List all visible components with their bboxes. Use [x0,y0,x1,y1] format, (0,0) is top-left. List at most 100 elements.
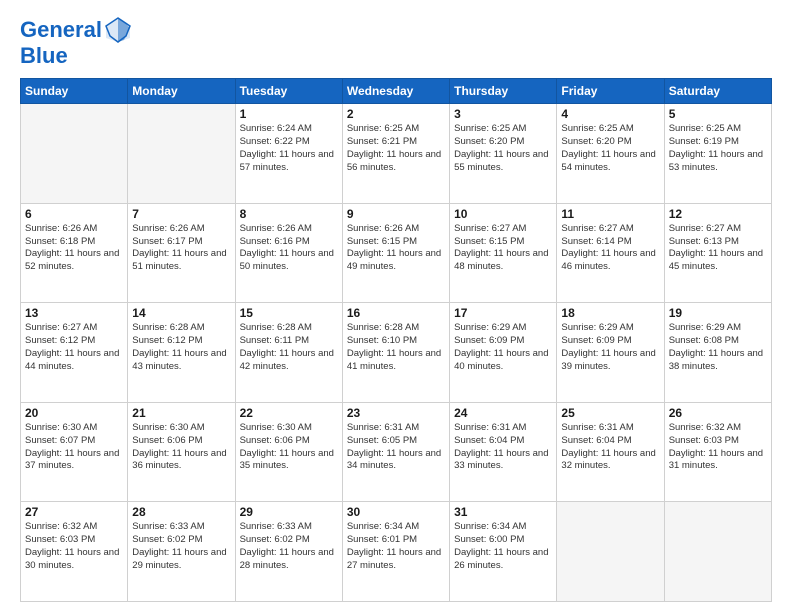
sunrise-label: Sunrise: 6:34 AM [454,521,526,532]
day-number: 11 [561,207,659,221]
day-info: Sunrise: 6:30 AM Sunset: 6:07 PM Dayligh… [25,422,123,473]
sunset-label: Sunset: 6:03 PM [669,435,739,446]
sunrise-label: Sunrise: 6:26 AM [25,223,97,234]
sunrise-label: Sunrise: 6:34 AM [347,521,419,532]
day-info: Sunrise: 6:29 AM Sunset: 6:08 PM Dayligh… [669,322,767,373]
calendar-cell: 28 Sunrise: 6:33 AM Sunset: 6:02 PM Dayl… [128,502,235,602]
calendar-cell: 7 Sunrise: 6:26 AM Sunset: 6:17 PM Dayli… [128,203,235,303]
sunset-label: Sunset: 6:16 PM [240,236,310,247]
daylight-label: Daylight: 11 hours and 54 minutes. [561,149,655,173]
sunrise-label: Sunrise: 6:32 AM [25,521,97,532]
calendar-cell: 30 Sunrise: 6:34 AM Sunset: 6:01 PM Dayl… [342,502,449,602]
calendar-cell: 6 Sunrise: 6:26 AM Sunset: 6:18 PM Dayli… [21,203,128,303]
sunrise-label: Sunrise: 6:26 AM [240,223,312,234]
day-number: 16 [347,306,445,320]
sunrise-label: Sunrise: 6:28 AM [347,322,419,333]
day-number: 19 [669,306,767,320]
day-number: 10 [454,207,552,221]
sunrise-label: Sunrise: 6:30 AM [132,422,204,433]
day-number: 4 [561,107,659,121]
page: General Blue SundayMondayTuesdayWedne [0,0,792,612]
day-number: 23 [347,406,445,420]
sunrise-label: Sunrise: 6:28 AM [132,322,204,333]
sunrise-label: Sunrise: 6:29 AM [669,322,741,333]
calendar-cell: 24 Sunrise: 6:31 AM Sunset: 6:04 PM Dayl… [450,402,557,502]
sunrise-label: Sunrise: 6:27 AM [25,322,97,333]
day-number: 28 [132,505,230,519]
day-info: Sunrise: 6:28 AM Sunset: 6:10 PM Dayligh… [347,322,445,373]
sunrise-label: Sunrise: 6:29 AM [561,322,633,333]
sunset-label: Sunset: 6:06 PM [132,435,202,446]
sunset-label: Sunset: 6:19 PM [669,136,739,147]
calendar-cell [664,502,771,602]
logo-text: General [20,18,102,42]
daylight-label: Daylight: 11 hours and 31 minutes. [669,448,763,472]
sunrise-label: Sunrise: 6:31 AM [347,422,419,433]
calendar-cell: 29 Sunrise: 6:33 AM Sunset: 6:02 PM Dayl… [235,502,342,602]
daylight-label: Daylight: 11 hours and 35 minutes. [240,448,334,472]
daylight-label: Daylight: 11 hours and 48 minutes. [454,248,548,272]
sunset-label: Sunset: 6:01 PM [347,534,417,545]
sunset-label: Sunset: 6:15 PM [454,236,524,247]
day-info: Sunrise: 6:27 AM Sunset: 6:12 PM Dayligh… [25,322,123,373]
day-number: 25 [561,406,659,420]
day-number: 8 [240,207,338,221]
sunrise-label: Sunrise: 6:25 AM [669,123,741,134]
sunset-label: Sunset: 6:09 PM [454,335,524,346]
calendar-cell: 15 Sunrise: 6:28 AM Sunset: 6:11 PM Dayl… [235,303,342,403]
sunrise-label: Sunrise: 6:24 AM [240,123,312,134]
sunset-label: Sunset: 6:14 PM [561,236,631,247]
calendar-cell [128,104,235,204]
day-info: Sunrise: 6:25 AM Sunset: 6:21 PM Dayligh… [347,123,445,174]
sunrise-label: Sunrise: 6:25 AM [561,123,633,134]
calendar-cell: 25 Sunrise: 6:31 AM Sunset: 6:04 PM Dayl… [557,402,664,502]
calendar-body: 1 Sunrise: 6:24 AM Sunset: 6:22 PM Dayli… [21,104,772,602]
day-info: Sunrise: 6:31 AM Sunset: 6:05 PM Dayligh… [347,422,445,473]
sunset-label: Sunset: 6:15 PM [347,236,417,247]
day-number: 27 [25,505,123,519]
day-info: Sunrise: 6:31 AM Sunset: 6:04 PM Dayligh… [561,422,659,473]
day-info: Sunrise: 6:27 AM Sunset: 6:15 PM Dayligh… [454,223,552,274]
calendar-cell: 18 Sunrise: 6:29 AM Sunset: 6:09 PM Dayl… [557,303,664,403]
day-info: Sunrise: 6:33 AM Sunset: 6:02 PM Dayligh… [132,521,230,572]
daylight-label: Daylight: 11 hours and 26 minutes. [454,547,548,571]
day-info: Sunrise: 6:34 AM Sunset: 6:00 PM Dayligh… [454,521,552,572]
sunset-label: Sunset: 6:12 PM [132,335,202,346]
day-info: Sunrise: 6:24 AM Sunset: 6:22 PM Dayligh… [240,123,338,174]
dow-header-wednesday: Wednesday [342,79,449,104]
sunrise-label: Sunrise: 6:28 AM [240,322,312,333]
calendar-cell: 17 Sunrise: 6:29 AM Sunset: 6:09 PM Dayl… [450,303,557,403]
sunset-label: Sunset: 6:09 PM [561,335,631,346]
calendar-cell: 2 Sunrise: 6:25 AM Sunset: 6:21 PM Dayli… [342,104,449,204]
dow-header-tuesday: Tuesday [235,79,342,104]
day-info: Sunrise: 6:29 AM Sunset: 6:09 PM Dayligh… [454,322,552,373]
daylight-label: Daylight: 11 hours and 38 minutes. [669,348,763,372]
sunset-label: Sunset: 6:07 PM [25,435,95,446]
day-info: Sunrise: 6:26 AM Sunset: 6:15 PM Dayligh… [347,223,445,274]
day-number: 30 [347,505,445,519]
dow-header-sunday: Sunday [21,79,128,104]
day-number: 20 [25,406,123,420]
week-row-2: 13 Sunrise: 6:27 AM Sunset: 6:12 PM Dayl… [21,303,772,403]
header: General Blue [20,16,772,68]
day-info: Sunrise: 6:33 AM Sunset: 6:02 PM Dayligh… [240,521,338,572]
sunrise-label: Sunrise: 6:26 AM [132,223,204,234]
calendar-table: SundayMondayTuesdayWednesdayThursdayFrid… [20,78,772,602]
daylight-label: Daylight: 11 hours and 27 minutes. [347,547,441,571]
sunrise-label: Sunrise: 6:25 AM [347,123,419,134]
sunset-label: Sunset: 6:22 PM [240,136,310,147]
day-number: 2 [347,107,445,121]
sunset-label: Sunset: 6:04 PM [454,435,524,446]
daylight-label: Daylight: 11 hours and 33 minutes. [454,448,548,472]
calendar-cell: 9 Sunrise: 6:26 AM Sunset: 6:15 PM Dayli… [342,203,449,303]
day-number: 18 [561,306,659,320]
logo-general: General [20,17,102,42]
sunrise-label: Sunrise: 6:30 AM [25,422,97,433]
sunset-label: Sunset: 6:11 PM [240,335,310,346]
calendar-cell: 27 Sunrise: 6:32 AM Sunset: 6:03 PM Dayl… [21,502,128,602]
day-info: Sunrise: 6:31 AM Sunset: 6:04 PM Dayligh… [454,422,552,473]
sunset-label: Sunset: 6:10 PM [347,335,417,346]
daylight-label: Daylight: 11 hours and 37 minutes. [25,448,119,472]
daylight-label: Daylight: 11 hours and 46 minutes. [561,248,655,272]
sunset-label: Sunset: 6:20 PM [454,136,524,147]
